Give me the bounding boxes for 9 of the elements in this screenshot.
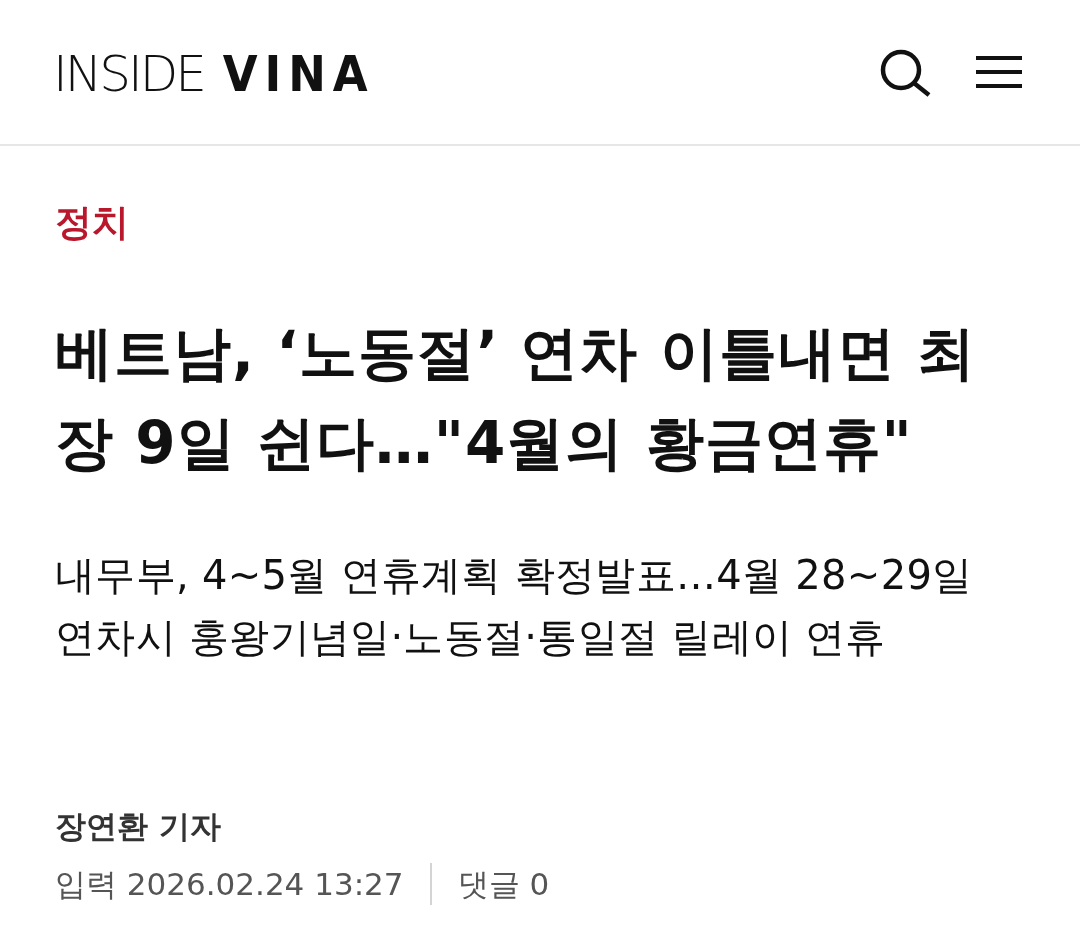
author-name: 장연환 기자 bbox=[55, 807, 221, 846]
site-logo[interactable]: INSIDE VINA bbox=[53, 45, 375, 99]
search-icon[interactable] bbox=[880, 49, 932, 97]
published-date: 입력 2026.02.24 13:27 bbox=[55, 865, 404, 904]
comment-count[interactable]: 댓글 0 bbox=[457, 862, 550, 906]
category-label[interactable]: 정치 bbox=[55, 198, 129, 248]
article-subtitle: 내무부, 4~5월 연휴계획 확정발표…4월 28~29일 연차시 훙왕기념일·노동절·통일절 릴레이 연휴 bbox=[55, 551, 974, 662]
menu-icon[interactable] bbox=[976, 56, 1022, 88]
article-title: 베트남, ‘노동절’ 연차 이틀내면 최장 9일 쉰다…"4월의 황금연휴" bbox=[55, 318, 977, 479]
